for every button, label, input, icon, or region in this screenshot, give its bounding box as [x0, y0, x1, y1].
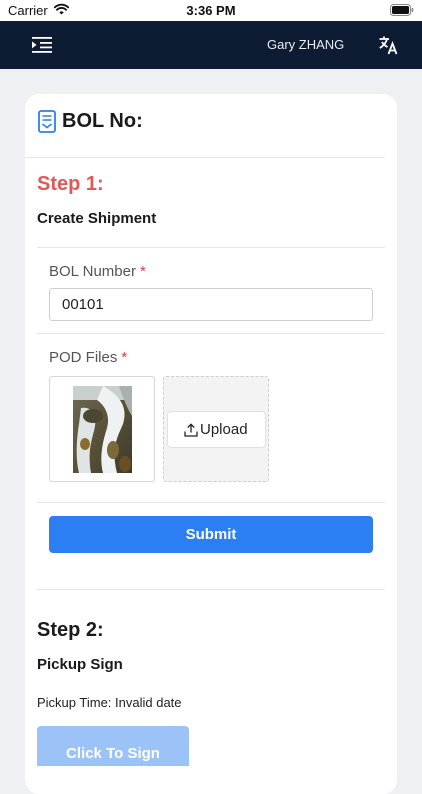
shipment-card: BOL No: Step 1: Create Shipment BOL Numb…: [25, 94, 397, 794]
upload-icon: [184, 423, 198, 437]
submit-button[interactable]: Submit: [49, 516, 373, 553]
divider: [25, 157, 385, 158]
status-time: 3:36 PM: [186, 3, 236, 18]
top-nav-bar: Gary ZHANG: [0, 21, 422, 69]
divider: [37, 502, 385, 503]
required-mark: *: [121, 349, 128, 366]
step1-title: Step 1:: [37, 173, 104, 195]
step2-title: Step 2:: [37, 619, 104, 641]
bol-number-input[interactable]: [49, 288, 373, 321]
battery-icon: [390, 4, 414, 16]
upload-label: Upload: [200, 421, 248, 438]
upload-button[interactable]: Upload: [167, 411, 266, 448]
pod-files-label-text: POD Files: [49, 349, 118, 366]
bol-number-label: BOL Number *: [49, 263, 146, 280]
status-bar: Carrier 3:36 PM: [0, 0, 422, 21]
card-title: BOL No:: [62, 110, 143, 132]
user-name[interactable]: Gary ZHANG: [267, 37, 344, 52]
pickup-time: Pickup Time: Invalid date: [37, 695, 182, 710]
waterfall-photo: [73, 386, 132, 473]
pod-file-thumbnail[interactable]: [49, 376, 155, 482]
required-mark: *: [139, 263, 146, 280]
click-to-sign-button[interactable]: Click To Sign: [37, 726, 189, 766]
divider: [37, 333, 385, 334]
step1-subtitle: Create Shipment: [37, 210, 157, 227]
bol-number-label-text: BOL Number: [49, 263, 136, 280]
pod-files-label: POD Files *: [49, 349, 127, 366]
translate-icon[interactable]: [378, 35, 398, 55]
document-icon: [38, 110, 56, 133]
step2-subtitle: Pickup Sign: [37, 656, 123, 673]
indent-menu-icon[interactable]: [32, 36, 52, 54]
divider: [37, 589, 385, 590]
upload-dropzone[interactable]: Upload: [163, 376, 269, 482]
divider: [37, 247, 385, 248]
